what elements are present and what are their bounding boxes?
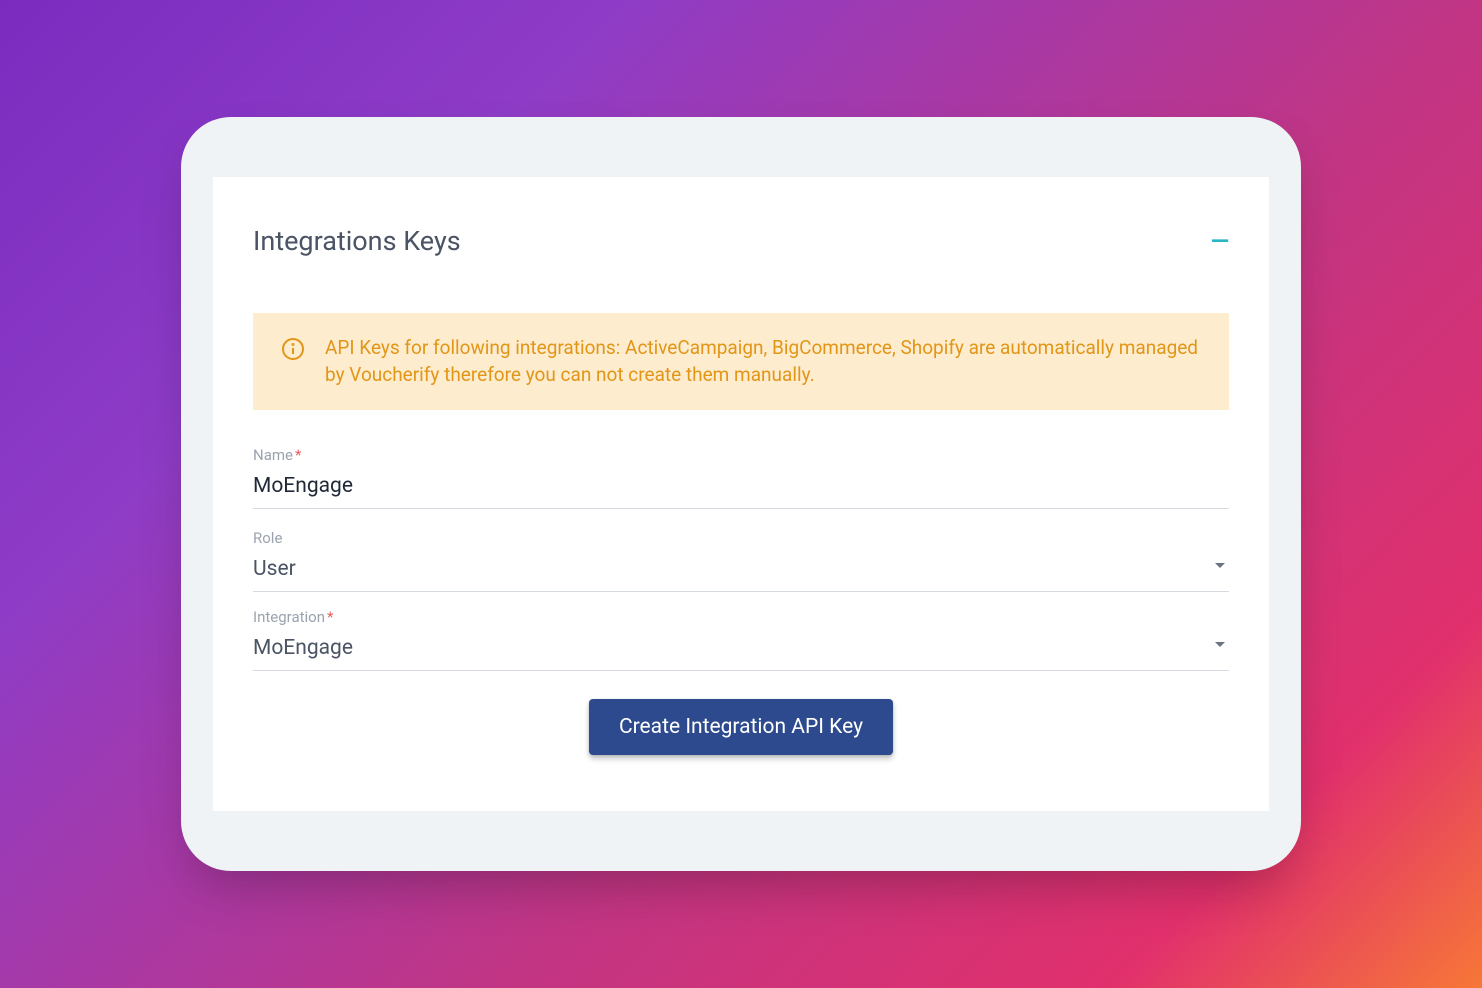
required-mark: * <box>327 608 333 626</box>
page-title: Integrations Keys <box>253 225 461 257</box>
dialog-container: Integrations Keys — API Keys for followi… <box>181 117 1301 871</box>
integration-label-text: Integration <box>253 608 325 626</box>
chevron-down-icon <box>1215 563 1225 568</box>
integration-select-value: MoEngage <box>253 636 353 660</box>
info-banner: API Keys for following integrations: Act… <box>253 313 1229 410</box>
role-field-group: Role User <box>253 529 1229 592</box>
role-select-value: User <box>253 557 296 581</box>
required-mark: * <box>295 446 301 464</box>
collapse-icon[interactable]: — <box>1211 229 1229 253</box>
integration-label: Integration* <box>253 608 1229 626</box>
role-label: Role <box>253 529 1229 547</box>
chevron-down-icon <box>1215 642 1225 647</box>
panel-header: Integrations Keys — <box>253 225 1229 257</box>
info-banner-text: API Keys for following integrations: Act… <box>325 335 1201 388</box>
actions-row: Create Integration API Key <box>253 699 1229 755</box>
name-input[interactable] <box>253 470 1229 509</box>
form-panel: Integrations Keys — API Keys for followi… <box>213 177 1269 811</box>
integration-field-group: Integration* MoEngage <box>253 608 1229 671</box>
role-select[interactable]: User <box>253 553 1229 592</box>
info-icon <box>281 337 305 365</box>
name-label: Name* <box>253 446 1229 464</box>
integration-select[interactable]: MoEngage <box>253 632 1229 671</box>
name-field-group: Name* <box>253 446 1229 509</box>
name-label-text: Name <box>253 446 293 464</box>
create-integration-api-key-button[interactable]: Create Integration API Key <box>589 699 893 755</box>
